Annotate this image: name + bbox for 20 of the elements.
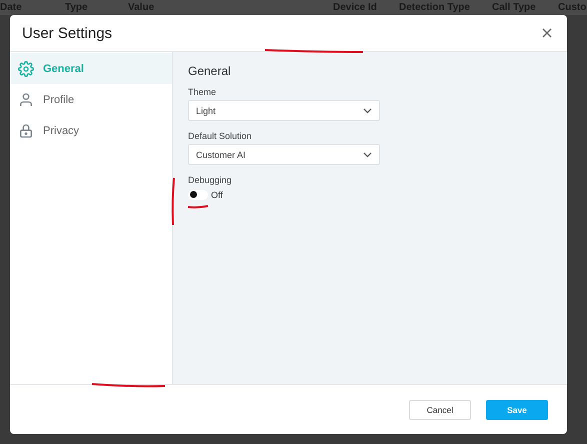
dropdown[interactable]: Light xyxy=(188,100,380,121)
settings-icon xyxy=(18,60,34,76)
annotation-stroke xyxy=(188,205,208,208)
person-icon xyxy=(18,92,34,108)
dropdown[interactable]: Customer AI xyxy=(188,144,380,165)
field-label: Debugging xyxy=(188,175,232,185)
section-heading: General xyxy=(188,64,231,78)
chevron-icon xyxy=(363,108,372,114)
sidebar-item[interactable]: Profile xyxy=(10,84,172,115)
toggle-switch[interactable] xyxy=(188,190,208,200)
toggle-state: Off xyxy=(211,190,223,200)
dialog-title: User Settings xyxy=(22,24,112,42)
field-label: Default Solution xyxy=(188,131,252,141)
close-icon[interactable] xyxy=(542,28,552,38)
sidebar-item[interactable]: Privacy xyxy=(10,115,172,146)
field-label: Theme xyxy=(188,87,216,97)
lock-icon xyxy=(18,122,34,138)
annotation-stroke xyxy=(172,178,175,226)
chevron-icon xyxy=(363,152,372,158)
cancel-button[interactable]: Cancel xyxy=(409,400,471,420)
